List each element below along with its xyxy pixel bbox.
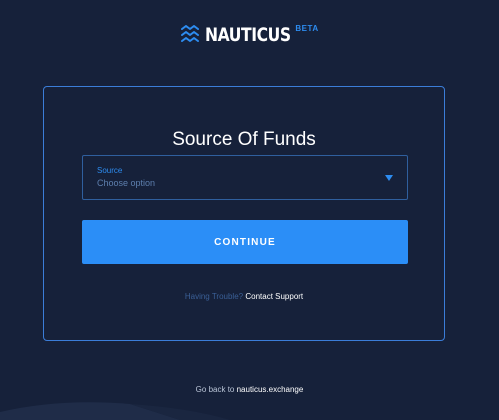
footer: Go back to nauticus.exchange	[0, 385, 499, 394]
source-select-placeholder: Choose option	[97, 178, 156, 188]
caret-down-icon	[385, 175, 393, 181]
chevron-stack-icon	[181, 25, 200, 42]
beta-badge: BETA	[295, 24, 319, 33]
source-select[interactable]: Source Choose option	[82, 155, 408, 200]
source-of-funds-card: Source Of Funds Source Choose option CON…	[43, 86, 445, 341]
help-line: Having Trouble? Contact Support	[44, 292, 444, 301]
brand-logo: NAUTICUS BETA	[0, 20, 499, 50]
brand-name: NAUTICUS	[205, 24, 292, 46]
source-select-label: Source	[97, 166, 123, 175]
page-title: Source Of Funds	[172, 129, 316, 150]
footer-prefix: Go back to	[195, 385, 235, 394]
help-prompt: Having Trouble?	[184, 292, 244, 301]
nauticus-exchange-link[interactable]: nauticus.exchange	[237, 385, 304, 394]
continue-button[interactable]: CONTINUE	[82, 220, 408, 264]
contact-support-link[interactable]: Contact Support	[245, 292, 303, 301]
